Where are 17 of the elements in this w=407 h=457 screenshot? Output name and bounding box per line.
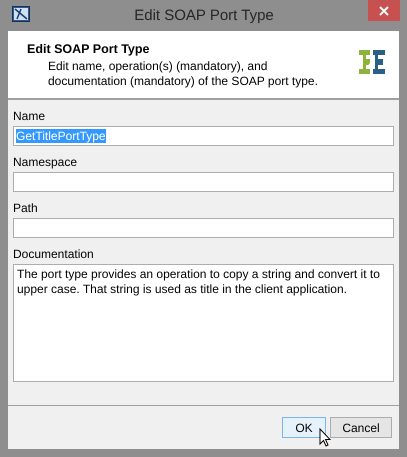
window-title: Edit SOAP Port Type [133,7,275,24]
logo-icon [359,50,385,74]
text-field[interactable] [13,172,394,192]
close-button[interactable] [368,0,400,21]
mouse-pointer-icon [319,428,331,447]
dialog-button[interactable]: OK [282,417,326,438]
field-label: Name [13,109,46,123]
field-label: Documentation [13,247,95,261]
app-icon [12,6,30,22]
close-icon [379,6,389,16]
text-area[interactable]: The port type provides an operation to copy a string and convert it to upper case. That string is used as title in the client application. [13,264,394,382]
header-title: Edit SOAP Port Type [27,42,150,56]
field-label: Namespace [13,155,78,169]
text-field[interactable] [13,218,394,238]
field-label: Path [13,201,39,215]
header-description: Edit name, operation(s) (mandatory), and documentation (mandatory) of the SOAP port type. [48,59,319,89]
dialog-button[interactable]: Cancel [330,417,392,438]
